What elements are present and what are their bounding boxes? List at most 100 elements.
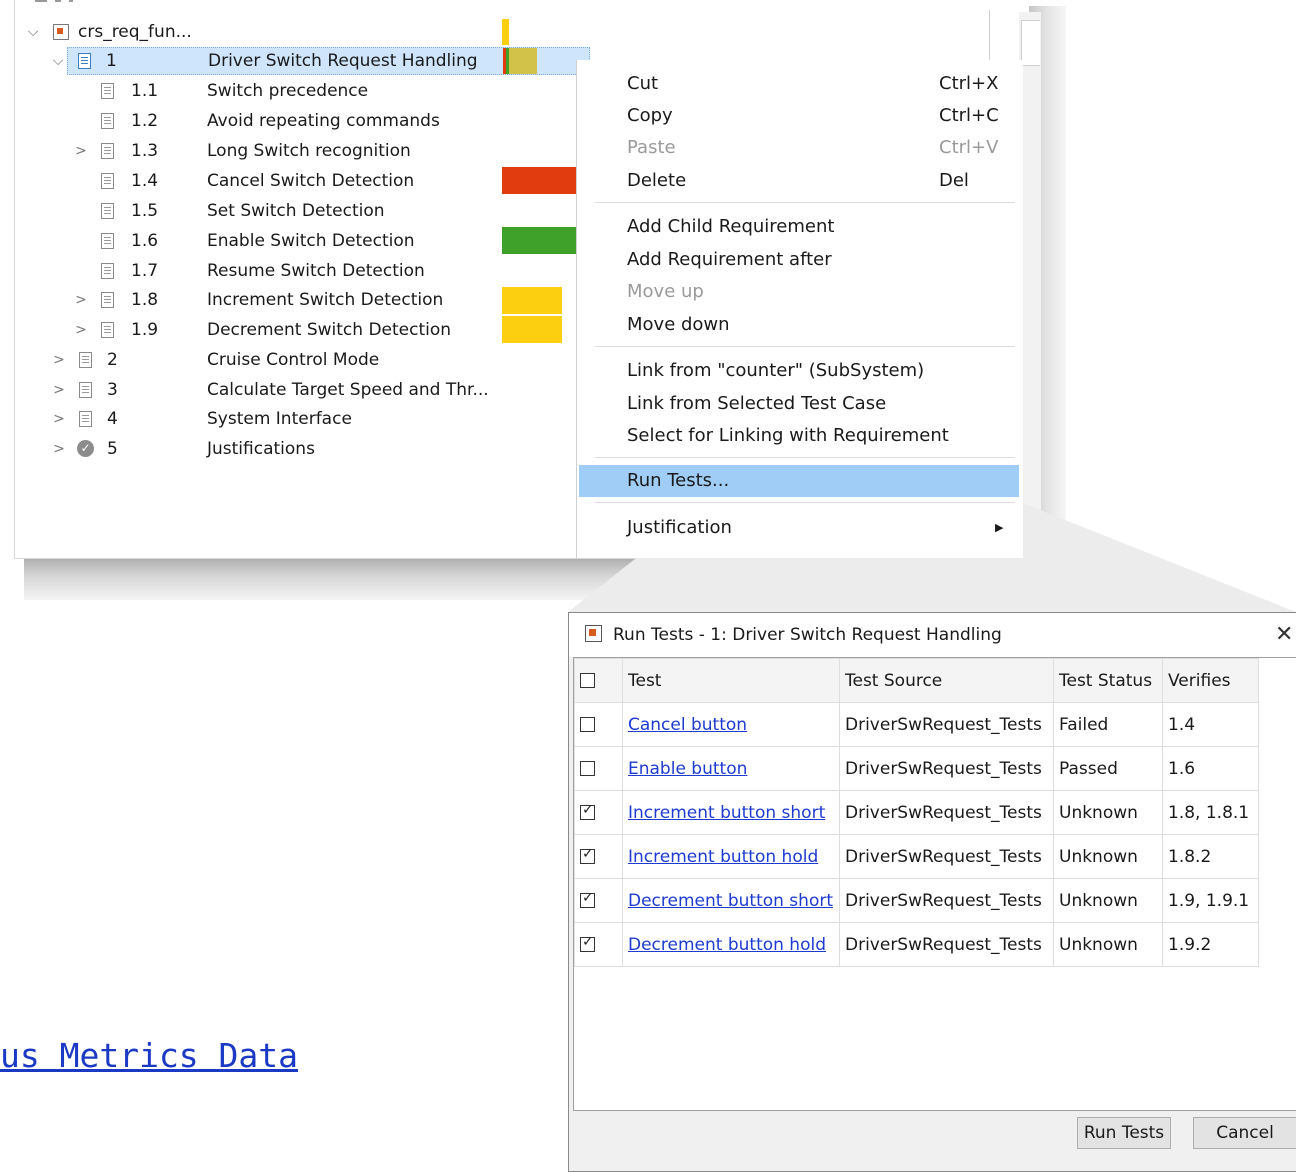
test-source-cell: DriverSwRequest_Tests [839, 878, 1054, 923]
row-checkbox[interactable] [580, 802, 595, 820]
menu-item-label: Copy [627, 105, 673, 126]
menu-item-label: Move up [627, 281, 704, 302]
test-name-cell: Decrement button short [622, 878, 840, 923]
menu-separator [595, 346, 1015, 347]
row-checkbox[interactable] [580, 716, 595, 732]
menu-item-cut[interactable]: Cut Ctrl+X [577, 68, 1023, 100]
menu-separator [595, 202, 1015, 203]
menu-item-label: Justification [627, 517, 732, 538]
table-row: Decrement button hold DriverSwRequest_Te… [574, 922, 1259, 967]
menu-item-label: Add Child Requirement [627, 216, 835, 237]
test-status-cell: Unknown [1053, 922, 1163, 967]
row-checkbox[interactable] [580, 846, 595, 864]
menu-item-delete[interactable]: Delete Del [577, 165, 1023, 197]
test-name-cell: Enable button [622, 746, 840, 791]
row-select-cell [574, 790, 623, 835]
test-source-cell: DriverSwRequest_Tests [839, 746, 1054, 791]
row-select-cell [574, 922, 623, 967]
row-checkbox[interactable] [580, 890, 595, 908]
column-header-test-status[interactable]: Test Status [1053, 658, 1163, 703]
verifies-cell: 1.8, 1.8.1 [1162, 790, 1259, 835]
table-row: Decrement button short DriverSwRequest_T… [574, 878, 1259, 923]
menu-item-shortcut: Ctrl+C [939, 105, 999, 126]
menu-item-move-down[interactable]: Move down [577, 309, 1023, 341]
menu-separator [595, 457, 1015, 458]
test-link[interactable]: Decrement button short [628, 891, 833, 911]
menu-item-link-from-selected-test-case[interactable]: Link from Selected Test Case [577, 388, 1023, 420]
metrics-data-link[interactable]: us Metrics Data [0, 1036, 298, 1075]
menu-item-label: Delete [627, 170, 687, 191]
context-menu: Cut Ctrl+X Copy Ctrl+C Paste Ctrl+V Delete D… [576, 60, 1023, 558]
menu-item-label: Move down [627, 314, 730, 335]
row-checkbox[interactable] [580, 760, 595, 776]
tests-table-area: Test Test Source Test Status Verifies Ca… [573, 657, 1296, 1111]
menu-item-run-tests[interactable]: Run Tests... [579, 465, 1019, 497]
table-header-row: Test Test Source Test Status Verifies [574, 658, 1259, 703]
test-link[interactable]: Increment button hold [628, 847, 818, 867]
dialog-title: Run Tests - 1: Driver Switch Request Han… [613, 625, 1002, 645]
test-source-cell: DriverSwRequest_Tests [839, 922, 1054, 967]
test-name-cell: Decrement button hold [622, 922, 840, 967]
menu-item-copy[interactable]: Copy Ctrl+C [577, 100, 1023, 132]
menu-item-label: Link from Selected Test Case [627, 393, 887, 414]
menu-item-shortcut: Ctrl+V [939, 137, 999, 158]
row-select-cell [574, 834, 623, 879]
table-row: Cancel button DriverSwRequest_Tests Fail… [574, 702, 1259, 747]
menu-item-justification[interactable]: Justification ▶ [577, 512, 1023, 544]
row-checkbox[interactable] [580, 934, 595, 952]
cancel-button[interactable]: Cancel [1193, 1117, 1296, 1149]
test-link[interactable]: Enable button [628, 759, 747, 779]
table-row: Increment button short DriverSwRequest_T… [574, 790, 1259, 835]
verifies-cell: 1.9, 1.9.1 [1162, 878, 1259, 923]
select-all-checkbox[interactable] [580, 672, 595, 688]
row-select-cell [574, 746, 623, 791]
verifies-cell: 1.6 [1162, 746, 1259, 791]
menu-item-label: Link from "counter" (SubSystem) [627, 360, 925, 381]
select-all-cell [574, 658, 623, 703]
tests-table: Test Test Source Test Status Verifies Ca… [574, 658, 1259, 967]
test-link[interactable]: Increment button short [628, 803, 825, 823]
column-header-verifies[interactable]: Verifies [1162, 658, 1259, 703]
menu-item-add-child-requirement[interactable]: Add Child Requirement [577, 211, 1023, 243]
test-status-cell: Unknown [1053, 790, 1163, 835]
dialog-icon [585, 625, 602, 642]
row-select-cell [574, 878, 623, 923]
test-link[interactable]: Cancel button [628, 715, 747, 735]
column-header-test-source[interactable]: Test Source [839, 658, 1054, 703]
test-status-cell: Unknown [1053, 834, 1163, 879]
test-name-cell: Cancel button [622, 702, 840, 747]
menu-item-label: Cut [627, 73, 659, 94]
test-source-cell: DriverSwRequest_Tests [839, 790, 1054, 835]
menu-item-move-up[interactable]: Move up [577, 276, 1023, 308]
table-row: Increment button hold DriverSwRequest_Te… [574, 834, 1259, 879]
test-status-cell: Unknown [1053, 878, 1163, 923]
table-row: Enable button DriverSwRequest_Tests Pass… [574, 746, 1259, 791]
verifies-cell: 1.9.2 [1162, 922, 1259, 967]
menu-item-label: Paste [627, 137, 676, 158]
menu-item-add-requirement-after[interactable]: Add Requirement after [577, 244, 1023, 276]
test-source-cell: DriverSwRequest_Tests [839, 702, 1054, 747]
test-link[interactable]: Decrement button hold [628, 935, 826, 955]
menu-item-label: Select for Linking with Requirement [627, 425, 949, 446]
menu-item-link-from-counter[interactable]: Link from "counter" (SubSystem) [577, 355, 1023, 387]
run-tests-button[interactable]: Run Tests [1077, 1117, 1171, 1149]
submenu-arrow-icon: ▶ [995, 521, 1004, 534]
verifies-cell: 1.8.2 [1162, 834, 1259, 879]
dialog-titlebar: Run Tests - 1: Driver Switch Request Han… [569, 613, 1296, 657]
run-tests-dialog: Run Tests - 1: Driver Switch Request Han… [568, 612, 1296, 1172]
column-header-test[interactable]: Test [622, 658, 840, 703]
menu-item-label: Run Tests... [627, 470, 730, 491]
menu-separator [595, 502, 1015, 503]
test-status-cell: Failed [1053, 702, 1163, 747]
test-source-cell: DriverSwRequest_Tests [839, 834, 1054, 879]
menu-item-paste[interactable]: Paste Ctrl+V [577, 132, 1023, 164]
test-name-cell: Increment button hold [622, 834, 840, 879]
menu-item-select-for-linking[interactable]: Select for Linking with Requirement [577, 420, 1023, 452]
verifies-cell: 1.4 [1162, 702, 1259, 747]
menu-item-label: Add Requirement after [627, 249, 832, 270]
test-name-cell: Increment button short [622, 790, 840, 835]
close-icon[interactable]: ✕ [1275, 613, 1293, 657]
row-select-cell [574, 702, 623, 747]
menu-item-shortcut: Ctrl+X [939, 73, 999, 94]
test-status-cell: Passed [1053, 746, 1163, 791]
